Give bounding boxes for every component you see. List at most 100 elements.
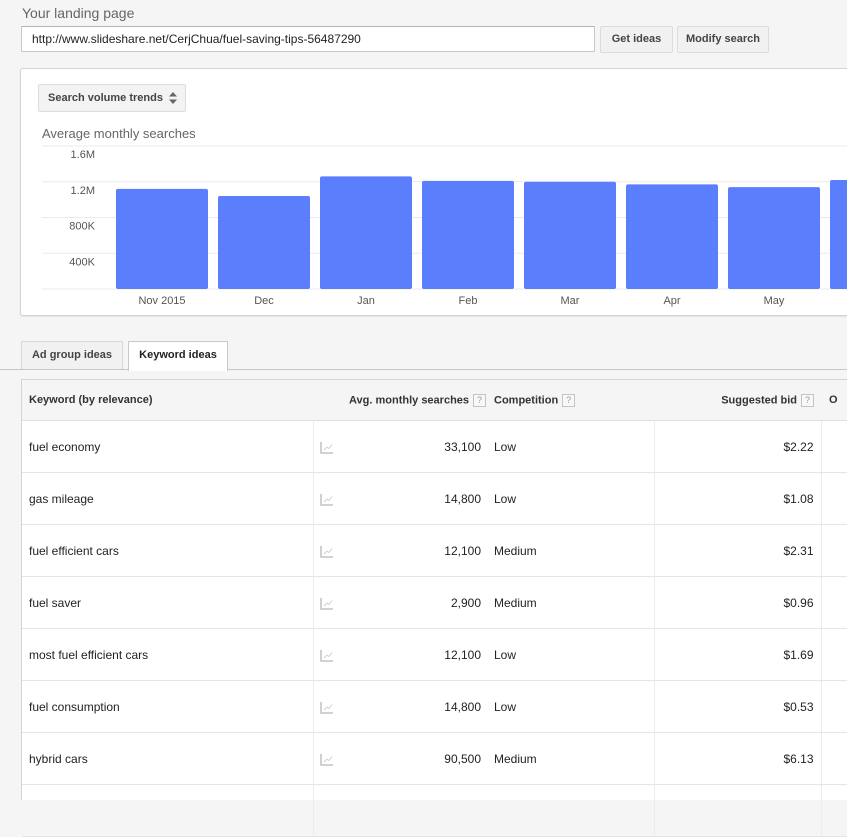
keyword-cell: fuel consumption <box>22 680 313 733</box>
table-row: fuel efficient cars 12,100 Medium $2.31 <box>22 524 847 577</box>
table-row <box>22 784 847 837</box>
bar-nov-2015[interactable] <box>116 188 208 289</box>
bar-jun[interactable] <box>830 179 847 289</box>
trend-cell <box>312 628 349 681</box>
bar-feb[interactable] <box>422 180 514 289</box>
help-icon[interactable]: ? <box>473 393 487 407</box>
keyword-cell: gas mileage <box>22 472 313 525</box>
x-tick-label: May <box>764 295 785 307</box>
y-tick-label: 1.6M <box>71 149 95 161</box>
header-competition-label: Competition <box>494 393 559 406</box>
other-cell <box>820 472 847 525</box>
suggested-bid-cell: $6.13 <box>653 732 821 785</box>
bar-chart: 400K 800K 1.2M 1.6M Nov 2015 Dec Jan Feb Mar Apr M… <box>42 145 847 307</box>
suggested-bid-cell: $0.96 <box>653 576 821 629</box>
avg-searches-cell: 14,800 <box>349 472 488 525</box>
avg-searches-cell <box>349 784 488 837</box>
suggested-bid-cell <box>653 784 821 837</box>
line-chart-icon[interactable] <box>319 649 334 662</box>
help-icon[interactable]: ? <box>562 393 576 407</box>
line-chart-icon[interactable] <box>319 493 334 506</box>
keyword-cell: fuel efficient cars <box>22 524 313 577</box>
header-suggested-bid[interactable]: Suggested bid? <box>654 380 821 421</box>
keyword-cell: hybrid cars <box>22 732 313 785</box>
table-row: fuel economy 33,100 Low $2.22 <box>22 420 847 473</box>
trend-cell <box>312 680 349 733</box>
avg-searches-cell: 12,100 <box>349 524 488 577</box>
other-cell <box>820 524 847 577</box>
competition-cell: Medium <box>488 576 654 629</box>
avg-searches-cell: 90,500 <box>349 732 488 785</box>
other-cell <box>820 784 847 837</box>
modify-search-button[interactable]: Modify search <box>677 26 769 53</box>
line-chart-icon[interactable] <box>319 545 334 558</box>
suggested-bid-cell: $1.08 <box>653 472 821 525</box>
trend-cell <box>312 784 349 837</box>
header-bid-label: Suggested bid <box>721 393 797 406</box>
y-tick-label: 800K <box>69 221 95 233</box>
avg-searches-cell: 2,900 <box>349 576 488 629</box>
competition-cell: Low <box>488 420 654 473</box>
bar-may[interactable] <box>728 187 820 289</box>
x-tick-label: Apr <box>663 295 680 307</box>
header-competition[interactable]: Competition? <box>488 380 654 421</box>
bar-mar[interactable] <box>524 181 616 289</box>
tabs-bar: Ad group ideas Keyword ideas <box>0 340 847 371</box>
line-chart-icon[interactable] <box>319 753 334 766</box>
competition-cell: Medium <box>488 732 654 785</box>
y-tick-label: 1.2M <box>71 185 95 197</box>
search-volume-panel: Search volume trends Average monthly sea… <box>20 68 847 316</box>
table-row: fuel saver 2,900 Medium $0.96 <box>22 576 847 629</box>
line-chart-icon[interactable] <box>319 701 334 714</box>
tab-ad-group-ideas[interactable]: Ad group ideas <box>21 341 123 369</box>
suggested-bid-cell: $0.53 <box>653 680 821 733</box>
table-row: gas mileage 14,800 Low $1.08 <box>22 472 847 525</box>
keyword-cell: fuel economy <box>22 420 313 473</box>
competition-cell: Low <box>488 472 654 525</box>
table-row: most fuel efficient cars 12,100 Low $1.6… <box>22 628 847 681</box>
avg-searches-cell: 14,800 <box>349 680 488 733</box>
trend-cell <box>312 524 349 577</box>
x-tick-label: Feb <box>459 295 478 307</box>
get-ideas-button[interactable]: Get ideas <box>600 26 673 53</box>
keyword-cell: fuel saver <box>22 576 313 629</box>
trend-cell <box>312 472 349 525</box>
landing-page-url-input[interactable] <box>21 26 595 52</box>
x-tick-label: Jan <box>357 295 375 307</box>
table-header-row: Keyword (by relevance) Avg. monthly sear… <box>22 380 847 421</box>
landing-page-label: Your landing page <box>22 5 135 21</box>
suggested-bid-cell: $2.31 <box>653 524 821 577</box>
x-tick-label: Nov 2015 <box>138 295 185 307</box>
header-avg-label: Avg. monthly searches <box>349 393 470 406</box>
trend-cell <box>312 576 349 629</box>
other-cell <box>820 732 847 785</box>
line-chart-icon[interactable] <box>319 441 334 454</box>
keyword-cell: most fuel efficient cars <box>22 628 313 681</box>
table-row: fuel consumption 14,800 Low $0.53 <box>22 680 847 733</box>
header-avg-monthly-searches[interactable]: Avg. monthly searches? <box>349 380 488 421</box>
bar-apr[interactable] <box>626 184 718 289</box>
header-other[interactable]: O <box>821 380 847 421</box>
header-keyword[interactable]: Keyword (by relevance) <box>22 380 313 421</box>
other-cell <box>820 628 847 681</box>
trend-cell <box>312 732 349 785</box>
tab-keyword-ideas[interactable]: Keyword ideas <box>128 341 228 371</box>
keyword-cell <box>22 784 313 837</box>
competition-cell: Low <box>488 680 654 733</box>
bar-dec[interactable] <box>218 196 310 289</box>
header-keyword-label: Keyword (by relevance) <box>29 394 153 406</box>
suggested-bid-cell: $1.69 <box>653 628 821 681</box>
avg-searches-cell: 33,100 <box>349 420 488 473</box>
suggested-bid-cell: $2.22 <box>653 420 821 473</box>
y-tick-label: 400K <box>69 256 95 268</box>
other-cell <box>820 420 847 473</box>
header-trend-spacer <box>313 380 349 421</box>
bar-jan[interactable] <box>320 176 412 289</box>
help-icon[interactable]: ? <box>801 393 814 407</box>
other-cell <box>820 680 847 733</box>
trend-cell <box>312 420 349 473</box>
keyword-ideas-table: Keyword (by relevance) Avg. monthly sear… <box>21 379 847 837</box>
avg-searches-cell: 12,100 <box>349 628 488 681</box>
other-cell <box>820 576 847 629</box>
line-chart-icon[interactable] <box>319 597 334 610</box>
